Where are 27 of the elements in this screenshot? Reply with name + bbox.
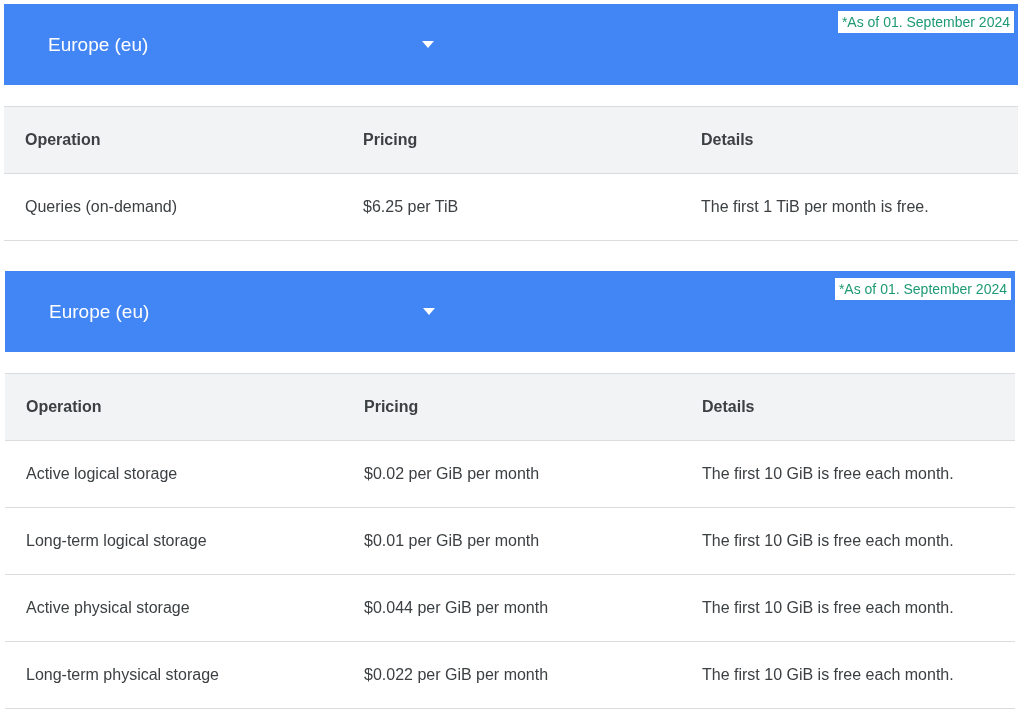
table-cell-text: $0.022 per GiB per month bbox=[363, 666, 550, 684]
date-note: *As of 01. September 2024 bbox=[837, 11, 1014, 33]
table-cell-text: Queries (on-demand) bbox=[24, 198, 179, 216]
caret-icon bbox=[422, 41, 434, 48]
column-header: Details bbox=[700, 131, 755, 149]
table-cell-text: Active logical storage bbox=[25, 465, 179, 483]
column-header: Details bbox=[701, 398, 756, 416]
region-dropdown[interactable]: Europe (eu) bbox=[48, 33, 434, 56]
column-header: Operation bbox=[24, 131, 102, 149]
table-cell-text: The first 10 GiB is free each month. bbox=[701, 599, 955, 617]
table-cell-text: Long-term logical storage bbox=[25, 532, 208, 550]
table-cell-text: Active physical storage bbox=[25, 599, 191, 617]
column-header: Pricing bbox=[362, 131, 419, 149]
table-cell-text: The first 10 GiB is free each month. bbox=[701, 666, 955, 684]
date-note: *As of 01. September 2024 bbox=[834, 278, 1011, 300]
table-cell-text: $6.25 per TiB bbox=[362, 198, 460, 216]
table-cell-text: The first 10 GiB is free each month. bbox=[701, 465, 955, 483]
column-header: Pricing bbox=[363, 398, 420, 416]
table-cell-text: The first 10 GiB is free each month. bbox=[701, 532, 955, 550]
table-cell-text: $0.044 per GiB per month bbox=[363, 599, 550, 617]
region-dropdown[interactable]: Europe (eu) bbox=[49, 300, 435, 323]
table-cell-text: $0.02 per GiB per month bbox=[363, 465, 541, 483]
column-header: Operation bbox=[25, 398, 103, 416]
table-cell-text: Long-term physical storage bbox=[25, 666, 220, 684]
table-cell-text: $0.01 per GiB per month bbox=[363, 532, 541, 550]
table-cell-text: The first 1 TiB per month is free. bbox=[700, 198, 930, 216]
caret-icon bbox=[423, 308, 435, 315]
